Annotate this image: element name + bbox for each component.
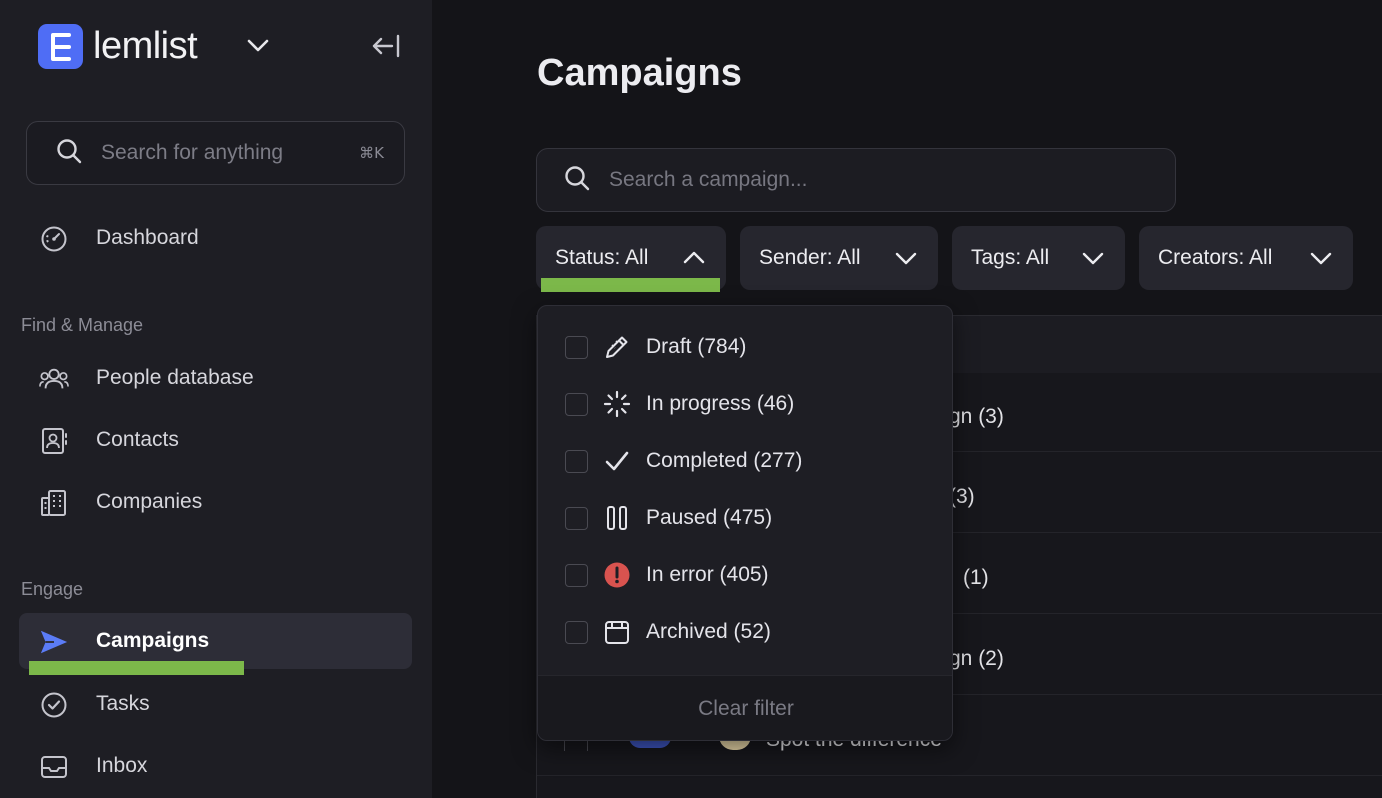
sidebar-item-companies[interactable]: Companies	[19, 474, 412, 530]
contact-card-icon	[39, 426, 69, 456]
sidebar-item-tasks[interactable]: Tasks	[19, 676, 412, 732]
search-icon	[55, 137, 83, 170]
section-label-engage: Engage	[21, 579, 84, 599]
building-icon	[39, 488, 69, 518]
sidebar-item-label: Inbox	[96, 754, 148, 777]
sidebar-item-label: Dashboard	[96, 226, 199, 249]
global-search-placeholder: Search for anything	[101, 141, 284, 164]
status-option-archived[interactable]: Archived (52)	[538, 591, 952, 644]
sidebar: lemlist Search for anything ⌘K Dashboard…	[0, 0, 432, 798]
sidebar-item-dashboard[interactable]: Dashboard	[19, 210, 412, 266]
error-icon	[602, 560, 632, 590]
filter-label: Tags: All	[971, 246, 1050, 269]
option-label: Archived (52)	[646, 620, 771, 643]
option-checkbox[interactable]	[565, 393, 588, 416]
sender-filter-button[interactable]: Sender: All	[740, 226, 938, 290]
check-circle-icon	[39, 690, 69, 720]
check-icon	[602, 446, 632, 476]
sidebar-item-people-database[interactable]: People database	[19, 350, 412, 406]
highlight-underline	[541, 278, 720, 292]
chevron-down-icon	[894, 248, 918, 274]
lemlist-logo-icon	[38, 24, 83, 69]
option-checkbox[interactable]	[565, 336, 588, 359]
campaign-name[interactable]: (1)	[963, 566, 989, 590]
archive-icon	[602, 617, 632, 647]
highlight-underline	[29, 661, 244, 675]
global-search-input[interactable]: Search for anything ⌘K	[26, 121, 405, 185]
status-option-in-progress[interactable]: In progress (46)	[538, 363, 952, 418]
campaign-name[interactable]: gn (2)	[949, 647, 1004, 671]
page-title: Campaigns	[537, 52, 742, 94]
sidebar-item-label: Campaigns	[96, 629, 210, 652]
status-option-completed[interactable]: Completed (277)	[538, 420, 952, 473]
sidebar-item-label: People database	[96, 366, 254, 389]
chevron-up-icon	[682, 248, 706, 274]
option-label: In progress (46)	[646, 392, 795, 415]
pencil-icon	[602, 332, 632, 362]
option-label: Draft (784)	[646, 335, 747, 358]
sidebar-item-contacts[interactable]: Contacts	[19, 412, 412, 468]
status-filter-dropdown: Draft (784) In progress (46) Completed (…	[537, 305, 953, 741]
sidebar-item-label: Companies	[96, 490, 203, 513]
filter-label: Sender: All	[759, 246, 861, 269]
campaign-search-placeholder: Search a campaign...	[609, 168, 808, 191]
pause-icon	[602, 503, 632, 533]
creators-filter-button[interactable]: Creators: All	[1139, 226, 1353, 290]
brand-name: lemlist	[93, 25, 198, 67]
section-label-find-manage: Find & Manage	[21, 315, 144, 335]
option-checkbox[interactable]	[565, 450, 588, 473]
status-option-in-error[interactable]: In error (405)	[538, 534, 952, 588]
option-checkbox[interactable]	[565, 507, 588, 530]
collapse-sidebar-icon[interactable]	[370, 32, 402, 65]
filter-label: Creators: All	[1158, 246, 1273, 269]
campaign-search-input[interactable]: Search a campaign...	[536, 148, 1176, 212]
option-label: Completed (277)	[646, 449, 803, 472]
row-divider	[537, 775, 1382, 776]
loader-icon	[602, 389, 632, 419]
clear-filter-label: Clear filter	[698, 697, 794, 720]
filter-label: Status: All	[555, 246, 649, 269]
brand[interactable]: lemlist	[38, 24, 198, 69]
clear-filter-button[interactable]: Clear filter	[538, 675, 952, 740]
search-icon	[563, 164, 591, 197]
inbox-icon	[39, 752, 69, 782]
chevron-down-icon	[1081, 248, 1105, 274]
campaign-name[interactable]: gn (3)	[949, 405, 1004, 429]
sidebar-item-inbox[interactable]: Inbox	[19, 738, 412, 794]
dashboard-icon	[39, 224, 69, 254]
sidebar-item-label: Tasks	[96, 692, 150, 715]
users-icon	[39, 364, 69, 394]
option-checkbox[interactable]	[565, 564, 588, 587]
option-label: In error (405)	[646, 563, 769, 586]
chevron-down-icon[interactable]	[246, 36, 270, 61]
shortcut-hint: ⌘K	[359, 144, 384, 162]
option-checkbox[interactable]	[565, 621, 588, 644]
chevron-down-icon	[1309, 248, 1333, 274]
option-label: Paused (475)	[646, 506, 773, 529]
status-option-draft[interactable]: Draft (784)	[538, 306, 952, 359]
status-option-paused[interactable]: Paused (475)	[538, 477, 952, 530]
tags-filter-button[interactable]: Tags: All	[952, 226, 1125, 290]
send-icon	[39, 627, 69, 657]
sidebar-item-label: Contacts	[96, 428, 179, 451]
